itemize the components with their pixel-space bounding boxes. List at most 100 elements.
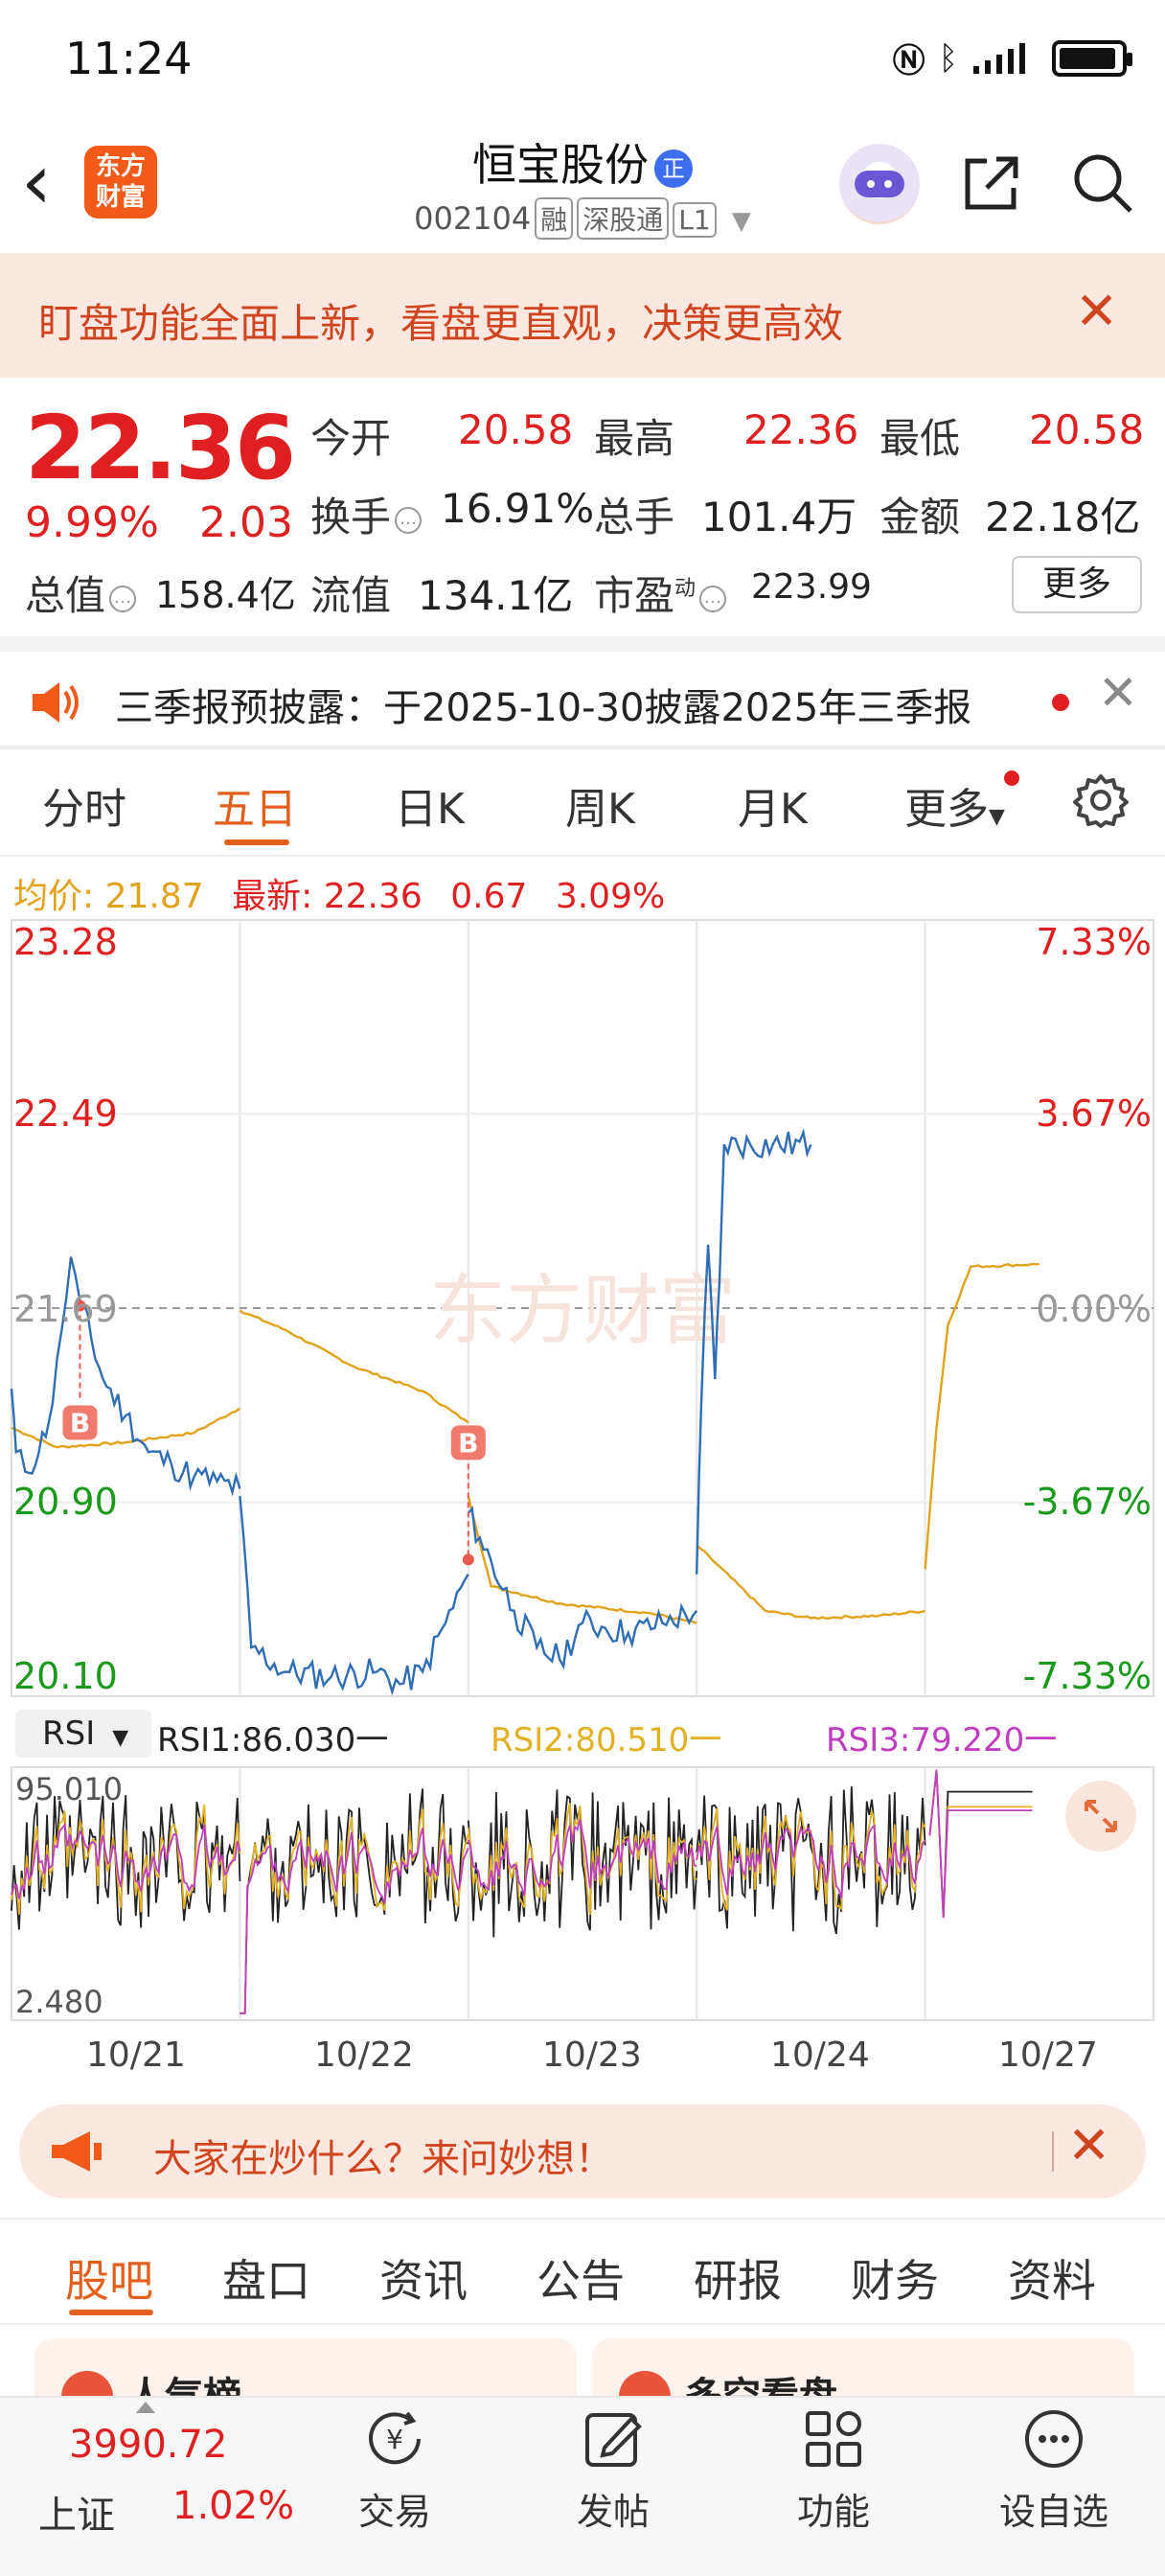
- avg-label: 均价:: [13, 877, 95, 916]
- tab-announcements[interactable]: 公告: [537, 2246, 625, 2310]
- tab-forum[interactable]: 股吧: [65, 2246, 153, 2310]
- dropdown-icon[interactable]: ▼: [732, 207, 751, 236]
- watermark: 东方财富: [429, 1266, 736, 1355]
- nav-post[interactable]: 发帖: [537, 2405, 690, 2535]
- info-icon[interactable]: …: [395, 506, 423, 534]
- active-tab-indicator: [69, 2310, 153, 2315]
- index-value[interactable]: 3990.72: [69, 2423, 227, 2467]
- stat-value-float-cap: 134.1亿: [418, 572, 574, 619]
- date-label: 10/23: [542, 2036, 642, 2075]
- change-percent: 9.99%: [25, 498, 159, 547]
- indicator-select[interactable]: RSI ▼: [15, 1710, 151, 1758]
- ask-ai-text: 大家在炒什么？来问妙想！: [153, 2137, 613, 2181]
- rsi2-legend: RSI2:80.510一: [491, 1721, 722, 1760]
- y-tick-left: 20.10: [13, 1655, 118, 1697]
- tab-research[interactable]: 研报: [694, 2246, 782, 2310]
- rsi1-legend: RSI1:86.030一: [157, 1721, 389, 1760]
- trade-icon: ¥: [369, 2411, 421, 2465]
- tab-order-book[interactable]: 盘口: [222, 2246, 310, 2310]
- gear-icon[interactable]: [1073, 772, 1129, 828]
- date-label: 10/22: [314, 2036, 414, 2075]
- stat-value-amount: 22.18亿: [985, 494, 1141, 540]
- nfc-icon: Ⓝ: [892, 42, 925, 80]
- tab-profile[interactable]: 资料: [1008, 2246, 1096, 2310]
- stat-value-turnover: 16.91%: [441, 485, 595, 532]
- nav-functions[interactable]: 功能: [757, 2405, 910, 2535]
- expand-chart-button[interactable]: [1065, 1781, 1136, 1852]
- y-tick-right: 7.33%: [1036, 921, 1152, 963]
- stat-label-amount: 金额: [879, 494, 961, 540]
- rsi-y-min: 2.480: [15, 1984, 103, 2020]
- nav-add-watchlist[interactable]: 设自选: [977, 2405, 1131, 2535]
- date-label: 10/21: [86, 2036, 186, 2075]
- current-price: 22.36: [25, 397, 296, 499]
- date-label: 10/24: [770, 2036, 870, 2075]
- tab-finance[interactable]: 财务: [851, 2246, 939, 2310]
- y-tick-right: -7.33%: [1023, 1655, 1152, 1697]
- edit-icon: [585, 2413, 642, 2467]
- tab-news[interactable]: 资讯: [379, 2246, 468, 2310]
- stat-label-open: 今开: [310, 415, 392, 462]
- section-divider: [0, 2218, 1165, 2220]
- stat-label-pe: 市盈动…: [594, 564, 727, 622]
- share-icon[interactable]: [962, 153, 1021, 213]
- y-tick-left: 22.49: [13, 1092, 118, 1135]
- status-icons: Ⓝ ᛒ: [892, 34, 1132, 81]
- date-label: 10/27: [998, 2036, 1098, 2075]
- tab-intraday[interactable]: 分时: [42, 774, 126, 836]
- chart-info-row: 均价: 21.87 最新: 22.36 0.67 3.09%: [13, 868, 665, 918]
- avg-value: 21.87: [104, 877, 204, 916]
- stat-label-volume: 总手: [594, 494, 675, 540]
- section-divider: [0, 2323, 1165, 2325]
- info-icon[interactable]: …: [699, 585, 727, 612]
- tab-daily-k[interactable]: 日K: [395, 774, 465, 836]
- rsi-y-max: 95.010: [15, 1771, 123, 1807]
- ai-assistant-icon[interactable]: [839, 144, 920, 224]
- more-stats-button[interactable]: 更多: [1012, 556, 1142, 613]
- info-icon[interactable]: …: [109, 585, 137, 612]
- collapse-icon[interactable]: [136, 2402, 155, 2413]
- stat-value-low: 20.58: [1029, 406, 1145, 453]
- last-label: 最新:: [232, 877, 313, 916]
- stock-code: 002104: [414, 200, 532, 237]
- unread-dot: [1052, 694, 1069, 711]
- index-name[interactable]: 上证: [38, 2484, 115, 2540]
- popularity-card[interactable]: 人气榜: [34, 2338, 577, 2423]
- last-percent: 3.09%: [555, 877, 666, 916]
- search-icon[interactable]: [1071, 151, 1134, 215]
- y-tick-right: -3.67%: [1023, 1481, 1152, 1523]
- stat-label-low: 最低: [879, 415, 961, 462]
- five-day-price-chart[interactable]: 东方财富 B B 23.28 7.33% 22.49 3.67% 21.69 0.00% 20.9…: [0, 916, 1165, 1702]
- rsi3-legend: RSI3:79.220一: [826, 1721, 1058, 1760]
- long-short-card[interactable]: 多空看盘: [592, 2338, 1134, 2423]
- rsi-chart[interactable]: 95.010 2.480: [0, 1763, 1165, 2022]
- stat-value-high: 22.36: [743, 406, 859, 453]
- connect-tag: 深股通: [577, 197, 670, 240]
- stat-label-market-cap: 总值…: [25, 564, 137, 622]
- section-divider: [0, 855, 1165, 857]
- stat-label-float-cap: 流值: [310, 572, 392, 619]
- close-icon[interactable]: ✕: [1067, 2120, 1110, 2172]
- section-divider: [0, 746, 1165, 749]
- section-divider: [0, 636, 1165, 652]
- y-tick-left: 23.28: [13, 921, 118, 963]
- bluetooth-icon: ᛒ: [938, 38, 958, 78]
- ask-divider: [1052, 2131, 1054, 2172]
- level-tag: L1: [673, 202, 717, 238]
- status-time: 11:24: [65, 33, 193, 84]
- nav-trade[interactable]: ¥ 交易: [318, 2405, 471, 2535]
- close-icon[interactable]: ✕: [1098, 669, 1138, 717]
- stock-name: 恒宝股份: [472, 139, 649, 191]
- tab-monthly-k[interactable]: 月K: [738, 774, 808, 836]
- notice-text[interactable]: 三季报预披露：于2025-10-30披露2025年三季报: [115, 677, 971, 732]
- promo-banner-text: 盯盘功能全面上新，看盘更直观，决策更高效: [38, 300, 844, 347]
- tab-more[interactable]: 更多▼: [904, 774, 1005, 836]
- buy-marker-label: B: [70, 1407, 90, 1438]
- margin-tag: 融: [535, 197, 574, 240]
- tab-weekly-k[interactable]: 周K: [565, 774, 635, 836]
- index-percent[interactable]: 1.02%: [172, 2484, 294, 2528]
- more-circle-icon: [1025, 2410, 1083, 2468]
- svg-text:¥: ¥: [386, 2424, 403, 2455]
- tab-five-day[interactable]: 五日: [213, 774, 297, 836]
- close-icon[interactable]: ✕: [1075, 286, 1118, 337]
